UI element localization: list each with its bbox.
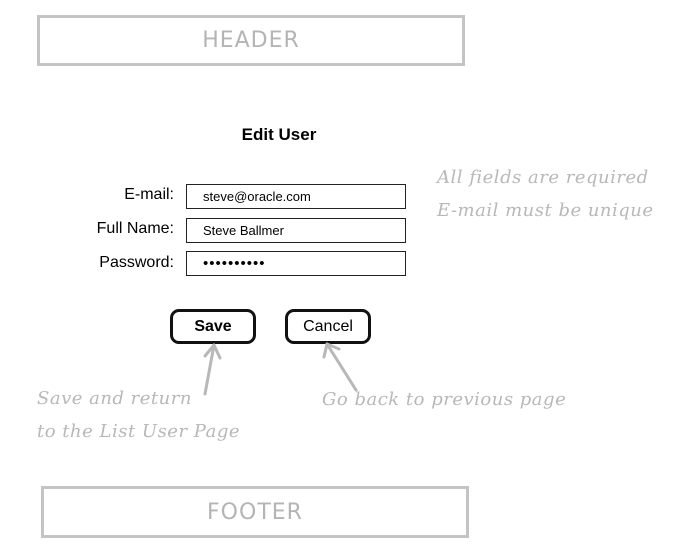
cancel-arrow-head	[322, 342, 341, 359]
save-arrow-head	[203, 343, 222, 360]
full-name-label: Full Name:	[96, 220, 174, 237]
footer-label: FOOTER	[207, 499, 303, 525]
page-title: Edit User	[241, 125, 317, 144]
email-field[interactable]	[186, 184, 406, 209]
save-arrow-shaft	[203, 343, 216, 396]
save-button[interactable]: Save	[170, 309, 256, 344]
full-name-field[interactable]	[186, 218, 406, 243]
cancel-arrow-shaft	[325, 342, 358, 392]
annotation-save-line1: Save and return	[37, 388, 192, 409]
annotation-required: All fields are required	[437, 167, 649, 188]
header-placeholder: HEADER	[37, 15, 465, 66]
annotation-unique: E-mail must be unique	[437, 200, 654, 221]
password-field[interactable]	[186, 251, 406, 276]
header-label: HEADER	[202, 28, 300, 53]
email-label: E-mail:	[124, 186, 174, 203]
password-label: Password:	[99, 254, 174, 271]
footer-placeholder: FOOTER	[41, 486, 469, 538]
cancel-button[interactable]: Cancel	[285, 309, 371, 344]
annotation-arrows	[203, 342, 358, 396]
annotation-cancel: Go back to previous page	[322, 389, 567, 410]
annotation-save-line2: to the List User Page	[37, 421, 240, 442]
